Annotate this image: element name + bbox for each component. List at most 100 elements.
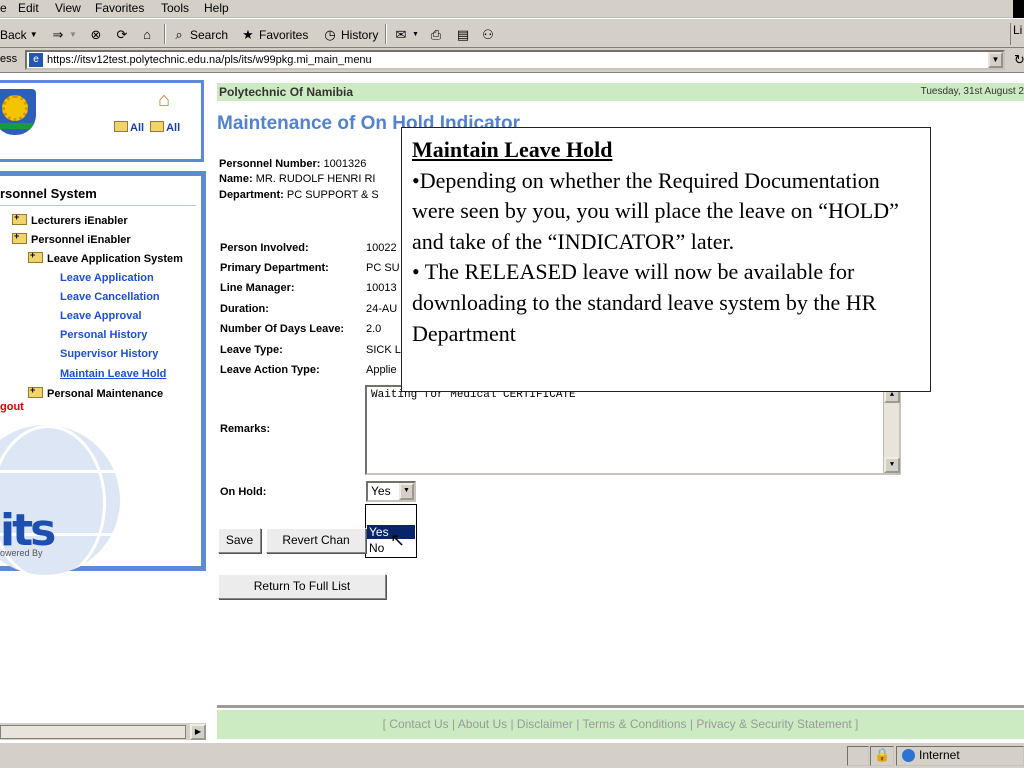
address-dropdown-button[interactable]: ▼ [988, 52, 1003, 68]
dropdown-arrow-icon: ▼ [412, 31, 419, 38]
mail-icon: ✉ [395, 27, 407, 42]
footer-links[interactable]: [ Contact Us | About Us | Disclaimer | T… [217, 710, 1024, 739]
return-to-full-list-button[interactable]: Return To Full List [218, 574, 386, 599]
field-label: Duration: [220, 303, 269, 315]
stop-icon: ⊗ [90, 27, 102, 42]
personnel-name-label: Name: [219, 173, 253, 185]
sidebar-item-label: Lecturers iEnabler [31, 215, 128, 227]
menu-tools[interactable]: Tools [161, 1, 189, 15]
sidebar-item-personal-history[interactable]: Personal History [60, 329, 147, 341]
search-button[interactable]: ⌕ Search [171, 26, 228, 44]
callout-bullet: •Depending on whether the Required Docum… [412, 167, 899, 254]
sidebar-item-supervisor-history[interactable]: Supervisor History [60, 348, 158, 360]
scrollbar-thumb[interactable] [0, 725, 186, 739]
sidebar-item-personnel[interactable]: Personnel iEnabler [12, 231, 131, 246]
back-button[interactable]: Back ▼ [0, 26, 38, 44]
mouse-pointer-icon: ↖ [390, 530, 406, 550]
back-label: Back [0, 28, 27, 42]
footer-divider [217, 705, 1024, 708]
folder-open-icon [28, 250, 43, 263]
personnel-number: Personnel Number: 1001326 [219, 158, 366, 170]
menu-title: rsonnel System [0, 186, 196, 206]
field-label: Number Of Days Leave: [220, 323, 345, 335]
print-button[interactable]: ⎙ [428, 26, 444, 44]
print-icon: ⎙ [430, 27, 442, 42]
folder-open-icon [12, 231, 27, 244]
window-edge [1013, 0, 1024, 18]
stop-button[interactable]: ⊗ [88, 26, 104, 44]
edit-page-icon: ▤ [456, 27, 470, 42]
address-field[interactable]: e https://itsv12test.polytechnic.edu.na/… [25, 50, 1005, 70]
favorites-button[interactable]: ★ Favorites [240, 26, 308, 44]
remarks-scrollbar[interactable]: ▲ ▼ [883, 387, 900, 473]
home-icon[interactable]: ⌂ [158, 89, 170, 112]
expand-collapse-links: All All [114, 121, 180, 134]
sidebar-horizontal-scrollbar[interactable]: ▶ [0, 722, 206, 740]
callout-title: Maintain Leave Hold [412, 137, 613, 162]
crest-sun [2, 95, 28, 121]
folder-icon [150, 121, 165, 132]
browser-status-bar: 🔒 Internet [0, 742, 1024, 768]
save-button[interactable]: Save [218, 528, 261, 553]
discuss-button[interactable]: ⚇ [480, 26, 496, 44]
mail-button[interactable]: ✉ ▼ [393, 26, 419, 44]
scroll-down-button[interactable]: ▼ [884, 457, 900, 473]
history-icon: ◷ [324, 27, 336, 42]
field-value: Applie [366, 364, 397, 376]
menu-file[interactable]: e [0, 1, 7, 15]
menu-edit[interactable]: Edit [18, 1, 39, 15]
sidebar-item-leave-approval[interactable]: Leave Approval [60, 310, 142, 322]
revert-changes-button[interactable]: Revert Chan [266, 528, 366, 553]
personnel-name-value: MR. RUDOLF HENRI RI [255, 173, 376, 185]
sidebar-item-personal-maintenance[interactable]: Personal Maintenance [28, 385, 164, 400]
home-icon: ⌂ [143, 27, 151, 42]
scroll-right-button[interactable]: ▶ [190, 724, 206, 740]
folder-icon [28, 385, 43, 398]
go-icon[interactable]: ↻ [1014, 52, 1024, 68]
university-crest-logo [0, 89, 36, 135]
sidebar-item-leave-system[interactable]: Leave Application System [28, 250, 183, 265]
expand-all-label: All [130, 122, 145, 134]
on-hold-selected-value: Yes [371, 484, 391, 498]
forward-button[interactable]: ⇒ ▼ [50, 26, 77, 44]
edit-button[interactable]: ▤ [455, 26, 471, 44]
lock-icon: 🔒 [874, 747, 891, 762]
remarks-textarea[interactable]: Waiting for Medical CERTIFICATE ▲ ▼ [365, 385, 901, 475]
chevron-down-icon[interactable]: ▼ [399, 483, 414, 500]
sidebar-item-label: Leave Application System [47, 253, 183, 265]
expand-all-link[interactable]: All [114, 121, 144, 134]
field-value: 10022 [366, 242, 397, 254]
history-button[interactable]: ◷ History [322, 26, 378, 44]
address-bar: ess e https://itsv12test.polytechnic.edu… [0, 48, 1024, 73]
on-hold-select[interactable]: Yes ▼ [366, 481, 416, 502]
current-date: Tuesday, 31st August 2 [920, 86, 1024, 97]
address-url[interactable]: https://itsv12test.polytechnic.edu.na/pl… [47, 54, 372, 66]
globe-icon [902, 748, 915, 762]
sidebar-item-maintain-leave-hold[interactable]: Maintain Leave Hold [60, 368, 166, 380]
sidebar-item-label: Personal Maintenance [47, 388, 164, 400]
remarks-label: Remarks: [220, 423, 271, 435]
sidebar-item-label: Personnel iEnabler [31, 234, 131, 246]
folder-icon [114, 121, 128, 132]
crest-band [0, 123, 36, 129]
logout-link[interactable]: gout [0, 401, 24, 413]
security-zone-label: Internet [919, 748, 960, 762]
menu-favorites[interactable]: Favorites [95, 1, 144, 15]
menu-view[interactable]: View [55, 1, 81, 15]
sidebar-item-leave-application[interactable]: Leave Application [60, 272, 154, 284]
sidebar-item-lecturers[interactable]: Lecturers iEnabler [12, 212, 128, 227]
field-value: 10013 [366, 282, 397, 294]
toolbar-separator [385, 24, 387, 44]
browser-menu-bar: e Edit View Favorites Tools Help [0, 0, 1024, 18]
refresh-button[interactable]: ⟳ [114, 26, 130, 44]
collapse-all-link[interactable]: All [150, 121, 180, 134]
search-label: Search [190, 28, 229, 42]
links-toolbar-label[interactable]: Li [1010, 23, 1024, 45]
folder-icon [12, 212, 27, 225]
menu-help[interactable]: Help [204, 1, 229, 15]
sidebar-item-leave-cancellation[interactable]: Leave Cancellation [60, 291, 160, 303]
logo-panel: ⌂ All All [0, 80, 204, 162]
home-button[interactable]: ⌂ [139, 26, 155, 44]
security-zone: Internet [902, 748, 960, 762]
header-bar: Polytechnic Of Namibia Tuesday, 31st Aug… [217, 83, 1024, 101]
